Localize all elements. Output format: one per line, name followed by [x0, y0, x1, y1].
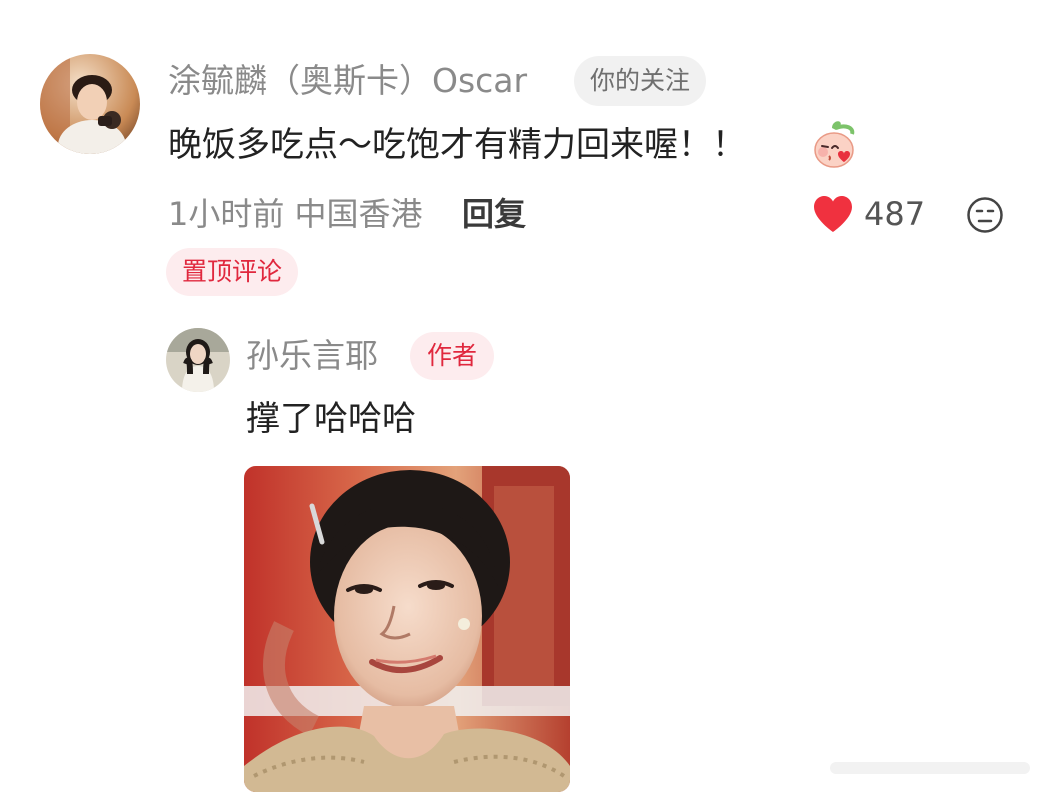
- pinned-comment-badge: 置顶评论: [166, 248, 299, 296]
- reply-author-avatar[interactable]: [166, 328, 230, 392]
- like-button[interactable]: 487: [812, 190, 925, 238]
- reply-photo[interactable]: [244, 466, 570, 792]
- comment-time-location: 1小时前 中国香港: [168, 195, 423, 233]
- like-count: 487: [864, 195, 926, 233]
- comment-text: 晚饭多吃点～吃饱才有精力回来喔！！: [168, 125, 746, 165]
- following-badge: 你的关注: [574, 56, 707, 106]
- heart-icon: [812, 194, 854, 234]
- dislike-face-icon[interactable]: [966, 196, 1004, 234]
- commenter-avatar[interactable]: [40, 54, 140, 154]
- reply-button[interactable]: 回复: [462, 190, 526, 238]
- watermark: [820, 752, 1040, 782]
- comment-page: 涂毓麟（奥斯卡）Oscar 你的关注 晚饭多吃点～吃饱才有精力回来喔！！ 1小时…: [0, 0, 1056, 792]
- peach-face-emoji: [810, 118, 860, 170]
- reply-author-username[interactable]: 孙乐言耶: [246, 332, 378, 380]
- commenter-username[interactable]: 涂毓麟（奥斯卡）Oscar: [168, 56, 527, 106]
- author-badge: 作者: [410, 332, 495, 380]
- reply-text: 撑了哈哈哈: [246, 399, 416, 439]
